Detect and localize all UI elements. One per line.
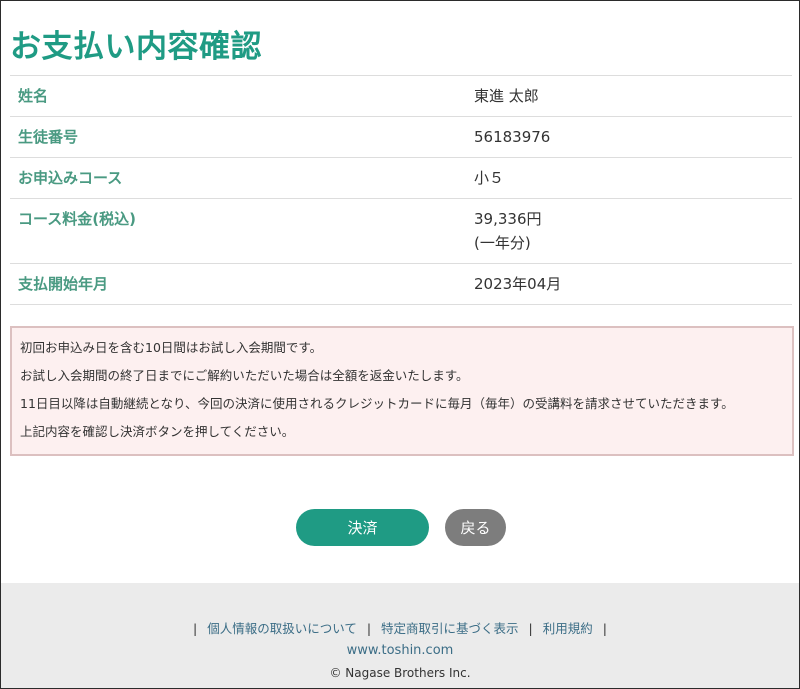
page-frame: お支払い内容確認 姓名 東進 太郎 生徒番号 56183976 お申込みコース … bbox=[0, 0, 800, 689]
privacy-policy-link[interactable]: 個人情報の取扱いについて bbox=[207, 621, 357, 636]
notice-line: 上記内容を確認し決済ボタンを押してください。 bbox=[20, 424, 295, 439]
terms-of-use-link[interactable]: 利用規約 bbox=[543, 621, 593, 636]
footer: | 個人情報の取扱いについて | 特定商取引に基づく表示 | 利用規約 | ww… bbox=[1, 583, 799, 688]
site-url-link[interactable]: www.toshin.com bbox=[347, 643, 454, 658]
notice-line: 初回お申込み日を含む10日間はお試し入会期間です。 bbox=[20, 340, 323, 355]
link-separator: | bbox=[528, 621, 533, 636]
link-separator: | bbox=[602, 621, 607, 636]
main-content: お支払い内容確認 姓名 東進 太郎 生徒番号 56183976 お申込みコース … bbox=[1, 1, 799, 583]
course-fee-label: コース料金(税込) bbox=[18, 210, 136, 228]
table-row-student-number: 生徒番号 56183976 bbox=[10, 117, 792, 158]
course-fee-period: (一年分) bbox=[474, 234, 531, 252]
pay-button[interactable]: 決済 bbox=[296, 509, 429, 546]
payment-details-table: 姓名 東進 太郎 生徒番号 56183976 お申込みコース 小５ コース料金(… bbox=[10, 75, 792, 305]
page-title: お支払い内容確認 bbox=[10, 29, 262, 65]
link-separator: | bbox=[366, 621, 372, 636]
table-row-name: 姓名 東進 太郎 bbox=[10, 76, 792, 117]
notice-line: お試し入会期間の終了日までにご解約いただいた場合は全額を返金いたします。 bbox=[20, 368, 469, 383]
start-month-value: 2023年04月 bbox=[474, 275, 562, 293]
course-label: お申込みコース bbox=[18, 169, 123, 187]
name-value: 東進 太郎 bbox=[474, 87, 539, 105]
link-separator: | bbox=[193, 621, 198, 636]
back-button[interactable]: 戻る bbox=[445, 509, 506, 546]
student-number-label: 生徒番号 bbox=[18, 128, 79, 146]
footer-links: | 個人情報の取扱いについて | 特定商取引に基づく表示 | 利用規約 | bbox=[1, 620, 799, 638]
name-label: 姓名 bbox=[18, 87, 49, 105]
commercial-transactions-link[interactable]: 特定商取引に基づく表示 bbox=[381, 621, 519, 636]
table-row-start-month: 支払開始年月 2023年04月 bbox=[10, 264, 792, 305]
course-fee-value: 39,336円 (一年分) bbox=[466, 199, 792, 264]
copyright: © Nagase Brothers Inc. bbox=[329, 666, 471, 680]
site-url: www.toshin.com bbox=[1, 642, 799, 660]
table-row-course: お申込みコース 小５ bbox=[10, 158, 792, 199]
student-number-value: 56183976 bbox=[474, 128, 551, 146]
table-row-course-fee: コース料金(税込) 39,336円 (一年分) bbox=[10, 199, 792, 264]
notice-line: 11日目以降は自動継続となり、今回の決済に使用されるクレジットカードに毎月（毎年… bbox=[20, 396, 734, 411]
trial-notice-box: 初回お申込み日を含む10日間はお試し入会期間です。 お試し入会期間の終了日までに… bbox=[10, 326, 794, 456]
start-month-label: 支払開始年月 bbox=[18, 275, 109, 293]
course-fee-amount: 39,336円 bbox=[474, 210, 542, 228]
course-value: 小５ bbox=[474, 169, 505, 187]
